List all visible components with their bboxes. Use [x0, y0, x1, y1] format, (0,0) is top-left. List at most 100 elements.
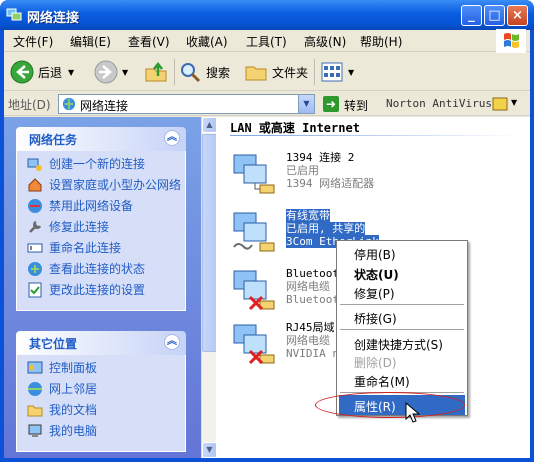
menu-file[interactable]: 文件(F)	[13, 33, 53, 50]
other-places-header[interactable]: 其它位置 ︽	[16, 331, 186, 355]
forward-dropdown-icon[interactable]: ▼	[122, 68, 128, 77]
scroll-up-icon[interactable]: ▲	[202, 117, 217, 133]
up-folder-button[interactable]	[144, 57, 172, 87]
connection-name: 有线宽带	[286, 209, 330, 222]
norton-icon[interactable]	[492, 96, 508, 112]
back-dropdown-icon[interactable]: ▼	[68, 68, 74, 77]
collapse-chevron-icon[interactable]: ︽	[164, 130, 180, 146]
menu-item-create-shortcut[interactable]: 创建快捷方式(S)	[339, 333, 465, 353]
close-button[interactable]: ×	[507, 5, 528, 26]
control-panel-icon	[27, 361, 43, 374]
task-disable-device[interactable]: 禁用此网络设备	[27, 199, 181, 214]
network-connections-icon	[62, 97, 76, 111]
toolbar: 后退 ▼ ▼ 搜索 文件夹 ▼	[4, 53, 530, 91]
task-rename-connection[interactable]: 重命名此连接	[27, 241, 181, 256]
place-label: 我的文档	[49, 403, 98, 417]
connection-item[interactable]: 1394 连接 2 已启用 1394 网络适配器	[230, 151, 430, 201]
views-button[interactable]: ▼	[320, 57, 354, 87]
minimize-button[interactable]: _	[461, 5, 482, 26]
network-connections-icon	[6, 8, 22, 21]
norton-antivirus-label[interactable]: Norton AntiVirus	[386, 97, 492, 110]
other-places-body: 控制面板 网上邻居 我的文档 我的电脑	[16, 355, 186, 452]
search-label: 搜索	[206, 65, 231, 80]
views-dropdown-icon[interactable]: ▼	[348, 68, 354, 77]
home-network-icon	[28, 178, 42, 192]
back-arrow-icon	[10, 60, 34, 84]
address-input[interactable]: 网络连接 ▼	[58, 94, 315, 114]
group-header: LAN 或高速 Internet	[230, 121, 360, 135]
scroll-thumb[interactable]	[202, 134, 217, 352]
task-label: 修复此连接	[49, 220, 110, 234]
connection-status: 网络电缆	[286, 334, 330, 347]
task-setup-home-network[interactable]: 设置家庭或小型办公网络	[27, 178, 181, 193]
task-label: 禁用此网络设备	[49, 199, 134, 213]
settings-icon	[28, 282, 42, 298]
place-label: 我的电脑	[49, 424, 98, 438]
menu-edit[interactable]: 编辑(E)	[70, 33, 111, 50]
menu-tools[interactable]: 工具(T)	[246, 33, 287, 50]
place-my-computer[interactable]: 我的电脑	[27, 424, 181, 439]
forward-button[interactable]: ▼	[94, 57, 128, 87]
place-network-places[interactable]: 网上邻居	[27, 382, 181, 397]
address-label: 地址(D)	[8, 98, 51, 112]
network-tasks-title: 网络任务	[29, 133, 78, 147]
menu-item-repair[interactable]: 修复(P)	[339, 282, 465, 302]
task-label: 更改此连接的设置	[49, 283, 146, 297]
menu-item-disable[interactable]: 停用(B)	[339, 243, 465, 263]
disable-device-icon	[28, 199, 42, 213]
task-label: 创建一个新的连接	[49, 157, 146, 171]
back-label: 后退	[38, 65, 63, 80]
folders-icon	[245, 66, 267, 81]
forward-arrow-icon	[94, 60, 118, 84]
menu-item-delete: 删除(D)	[354, 356, 397, 370]
folders-button[interactable]: 文件夹	[244, 57, 308, 87]
task-repair-connection[interactable]: 修复此连接	[27, 220, 181, 235]
network-tasks-header[interactable]: 网络任务 ︽	[16, 127, 186, 151]
repair-icon	[29, 220, 42, 233]
menu-favorites[interactable]: 收藏(A)	[186, 33, 228, 50]
menu-item-bridge[interactable]: 桥接(G)	[339, 307, 465, 327]
title-bar[interactable]: 网络连接 _ □ ×	[0, 0, 534, 30]
task-change-settings[interactable]: 更改此连接的设置	[27, 282, 181, 298]
task-label: 重命名此连接	[49, 241, 122, 255]
mouse-cursor-icon	[405, 402, 421, 423]
annotation-ellipse	[315, 392, 465, 418]
task-label: 设置家庭或小型办公网络	[49, 178, 182, 192]
scroll-down-icon[interactable]: ▼	[202, 442, 217, 458]
go-arrow-icon[interactable]: ➜	[323, 96, 339, 112]
task-pane-scrollbar[interactable]: ▲ ▼	[201, 117, 217, 458]
task-view-status[interactable]: 查看此连接的状态	[27, 262, 181, 277]
task-pane: 网络任务 ︽ 创建一个新的连接 设置家庭或小型办公网络 禁用此网络设备 修复此连…	[4, 117, 217, 458]
lan-disconnected-icon	[233, 324, 275, 365]
views-icon	[321, 62, 343, 82]
connection-status: 已启用	[286, 164, 319, 177]
menu-help[interactable]: 帮助(H)	[360, 33, 402, 50]
go-button[interactable]: 转到	[344, 97, 368, 114]
menu-item-rename[interactable]: 重命名(M)	[339, 370, 465, 390]
connection-device: 1394 网络适配器	[286, 177, 375, 190]
norton-dropdown-icon[interactable]: ▼	[511, 98, 517, 107]
lan-connection-icon	[233, 212, 275, 252]
my-documents-icon	[27, 405, 43, 417]
window-bottom-border	[0, 458, 534, 462]
address-value: 网络连接	[80, 99, 129, 113]
connection-name: RJ45局域	[286, 321, 335, 334]
other-places-panel: 其它位置 ︽ 控制面板 网上邻居 我的文档 我的电脑	[16, 331, 186, 452]
place-my-documents[interactable]: 我的文档	[27, 403, 181, 418]
task-create-connection[interactable]: 创建一个新的连接	[27, 157, 181, 172]
place-control-panel[interactable]: 控制面板	[27, 361, 181, 376]
search-icon	[181, 63, 201, 83]
new-connection-icon	[27, 158, 42, 171]
back-button[interactable]: 后退 ▼	[10, 57, 74, 87]
collapse-chevron-icon[interactable]: ︽	[164, 334, 180, 350]
search-button[interactable]: 搜索	[178, 57, 230, 87]
connection-status: 已启用, 共享的	[286, 222, 366, 235]
menu-view[interactable]: 查看(V)	[128, 33, 170, 50]
menu-separator	[340, 329, 464, 330]
menu-advanced[interactable]: 高级(N)	[304, 33, 346, 50]
maximize-button[interactable]: □	[484, 5, 505, 26]
window: 网络连接 _ □ × 文件(F) 编辑(E) 查看(V) 收藏(A) 工具(T)…	[0, 0, 534, 462]
address-dropdown-icon[interactable]: ▼	[298, 95, 314, 113]
menu-item-status[interactable]: 状态(U)	[339, 263, 465, 283]
address-bar: 地址(D) 网络连接 ▼ ➜ 转到 Norton AntiVirus ▼	[4, 92, 530, 116]
